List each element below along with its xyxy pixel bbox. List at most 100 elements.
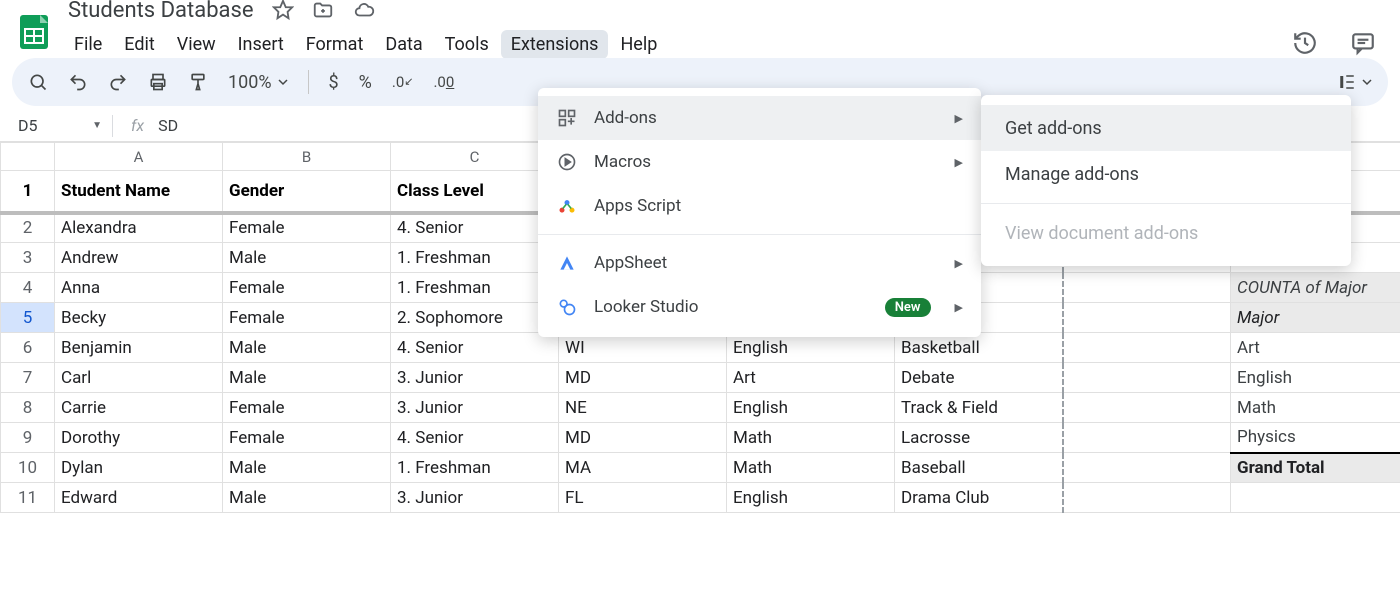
comments-icon[interactable] (1350, 30, 1376, 56)
cell[interactable]: 3. Junior (391, 483, 559, 513)
cell[interactable]: Track & Field (895, 393, 1063, 423)
move-icon[interactable] (312, 0, 334, 21)
cell[interactable]: Class Level (391, 171, 559, 213)
cell[interactable]: Becky (55, 303, 223, 333)
currency-icon[interactable]: $ (329, 72, 339, 93)
print-icon[interactable] (148, 72, 168, 92)
cell[interactable]: Female (223, 213, 391, 243)
cell[interactable] (1063, 273, 1231, 303)
cell[interactable]: Basketball (895, 333, 1063, 363)
menu-add-ons[interactable]: Add-ons ▶ (538, 96, 981, 140)
cell[interactable]: NE (559, 393, 727, 423)
history-icon[interactable] (1292, 30, 1318, 56)
menu-macros[interactable]: Macros ▶ (538, 140, 981, 184)
menu-edit[interactable]: Edit (114, 30, 164, 59)
cell[interactable]: Male (223, 483, 391, 513)
cell[interactable]: Alexandra (55, 213, 223, 243)
name-box[interactable]: D5 ▼ (12, 116, 112, 135)
cell[interactable]: Baseball (895, 453, 1063, 483)
cell[interactable]: Female (223, 303, 391, 333)
cell[interactable]: Male (223, 333, 391, 363)
row-header[interactable]: 4 (1, 273, 55, 303)
cell[interactable]: 4. Senior (391, 423, 559, 453)
search-icon[interactable] (28, 72, 48, 92)
cell[interactable] (1063, 333, 1231, 363)
redo-icon[interactable] (108, 72, 128, 92)
row-header[interactable]: 1 (1, 171, 55, 213)
cell[interactable]: Male (223, 243, 391, 273)
cell[interactable]: Drama Club (895, 483, 1063, 513)
cell[interactable] (1231, 483, 1400, 513)
cell[interactable]: 1. Freshman (391, 453, 559, 483)
cell[interactable]: Debate (895, 363, 1063, 393)
select-all-corner[interactable] (1, 143, 55, 171)
cell[interactable]: Major (1231, 303, 1400, 333)
menu-appsheet[interactable]: AppSheet ▶ (538, 241, 981, 285)
cell[interactable]: Art (1231, 333, 1400, 363)
paint-format-icon[interactable] (188, 72, 208, 92)
row-header[interactable]: 2 (1, 213, 55, 243)
cell[interactable] (1063, 483, 1231, 513)
menu-help[interactable]: Help (610, 30, 667, 59)
cell[interactable]: Lacrosse (895, 423, 1063, 453)
cell[interactable]: Carrie (55, 393, 223, 423)
row-header[interactable]: 11 (1, 483, 55, 513)
zoom-select[interactable]: 100% (228, 72, 288, 93)
cell[interactable]: COUNTA of Major (1231, 273, 1400, 303)
menu-data[interactable]: Data (375, 30, 432, 59)
cell[interactable]: Male (223, 363, 391, 393)
row-header[interactable]: 5 (1, 303, 55, 333)
cell[interactable]: Anna (55, 273, 223, 303)
cell[interactable]: Grand Total (1231, 453, 1400, 483)
menu-apps-script[interactable]: Apps Script (538, 184, 981, 228)
cell[interactable]: Edward (55, 483, 223, 513)
increase-decimal-icon[interactable]: .00 (433, 73, 454, 91)
cell[interactable]: Andrew (55, 243, 223, 273)
cell[interactable]: Math (727, 453, 895, 483)
column-header[interactable]: B (223, 143, 391, 171)
document-title[interactable]: Students Database (64, 0, 258, 25)
menu-insert[interactable]: Insert (228, 30, 294, 59)
row-header[interactable]: 7 (1, 363, 55, 393)
row-header[interactable]: 9 (1, 423, 55, 453)
cell[interactable]: Dorothy (55, 423, 223, 453)
cell[interactable]: Dylan (55, 453, 223, 483)
cell[interactable]: 1. Freshman (391, 243, 559, 273)
cell[interactable]: English (727, 393, 895, 423)
menu-format[interactable]: Format (296, 30, 374, 59)
menu-extensions[interactable]: Extensions (501, 30, 609, 59)
cell[interactable]: Math (1231, 393, 1400, 423)
cell[interactable]: Student Name (55, 171, 223, 213)
cell[interactable]: Physics (1231, 423, 1400, 453)
cell[interactable]: Female (223, 393, 391, 423)
cell[interactable]: Gender (223, 171, 391, 213)
cell[interactable] (1063, 363, 1231, 393)
cell[interactable]: Art (727, 363, 895, 393)
cell[interactable]: 4. Senior (391, 213, 559, 243)
menu-file[interactable]: File (64, 30, 112, 59)
cell[interactable]: English (727, 483, 895, 513)
formula-input[interactable]: SD (158, 116, 178, 135)
cell[interactable]: Female (223, 423, 391, 453)
cell[interactable]: MD (559, 363, 727, 393)
cell[interactable]: 3. Junior (391, 363, 559, 393)
cell[interactable]: Male (223, 453, 391, 483)
cell[interactable]: 4. Senior (391, 333, 559, 363)
cell[interactable]: Benjamin (55, 333, 223, 363)
row-header[interactable]: 6 (1, 333, 55, 363)
toolbar-more-icon[interactable] (1338, 73, 1356, 91)
cell[interactable]: FL (559, 483, 727, 513)
star-icon[interactable] (272, 0, 294, 21)
cell[interactable]: Female (223, 273, 391, 303)
menu-view[interactable]: View (167, 30, 226, 59)
row-header[interactable]: 8 (1, 393, 55, 423)
decrease-decimal-icon[interactable]: .0↙ (392, 73, 414, 91)
column-header[interactable]: C (391, 143, 559, 171)
undo-icon[interactable] (68, 72, 88, 92)
cell[interactable]: Carl (55, 363, 223, 393)
cell[interactable] (1063, 303, 1231, 333)
cell[interactable]: MD (559, 423, 727, 453)
row-header[interactable]: 3 (1, 243, 55, 273)
cloud-status-icon[interactable] (352, 0, 376, 21)
cell[interactable]: 3. Junior (391, 393, 559, 423)
